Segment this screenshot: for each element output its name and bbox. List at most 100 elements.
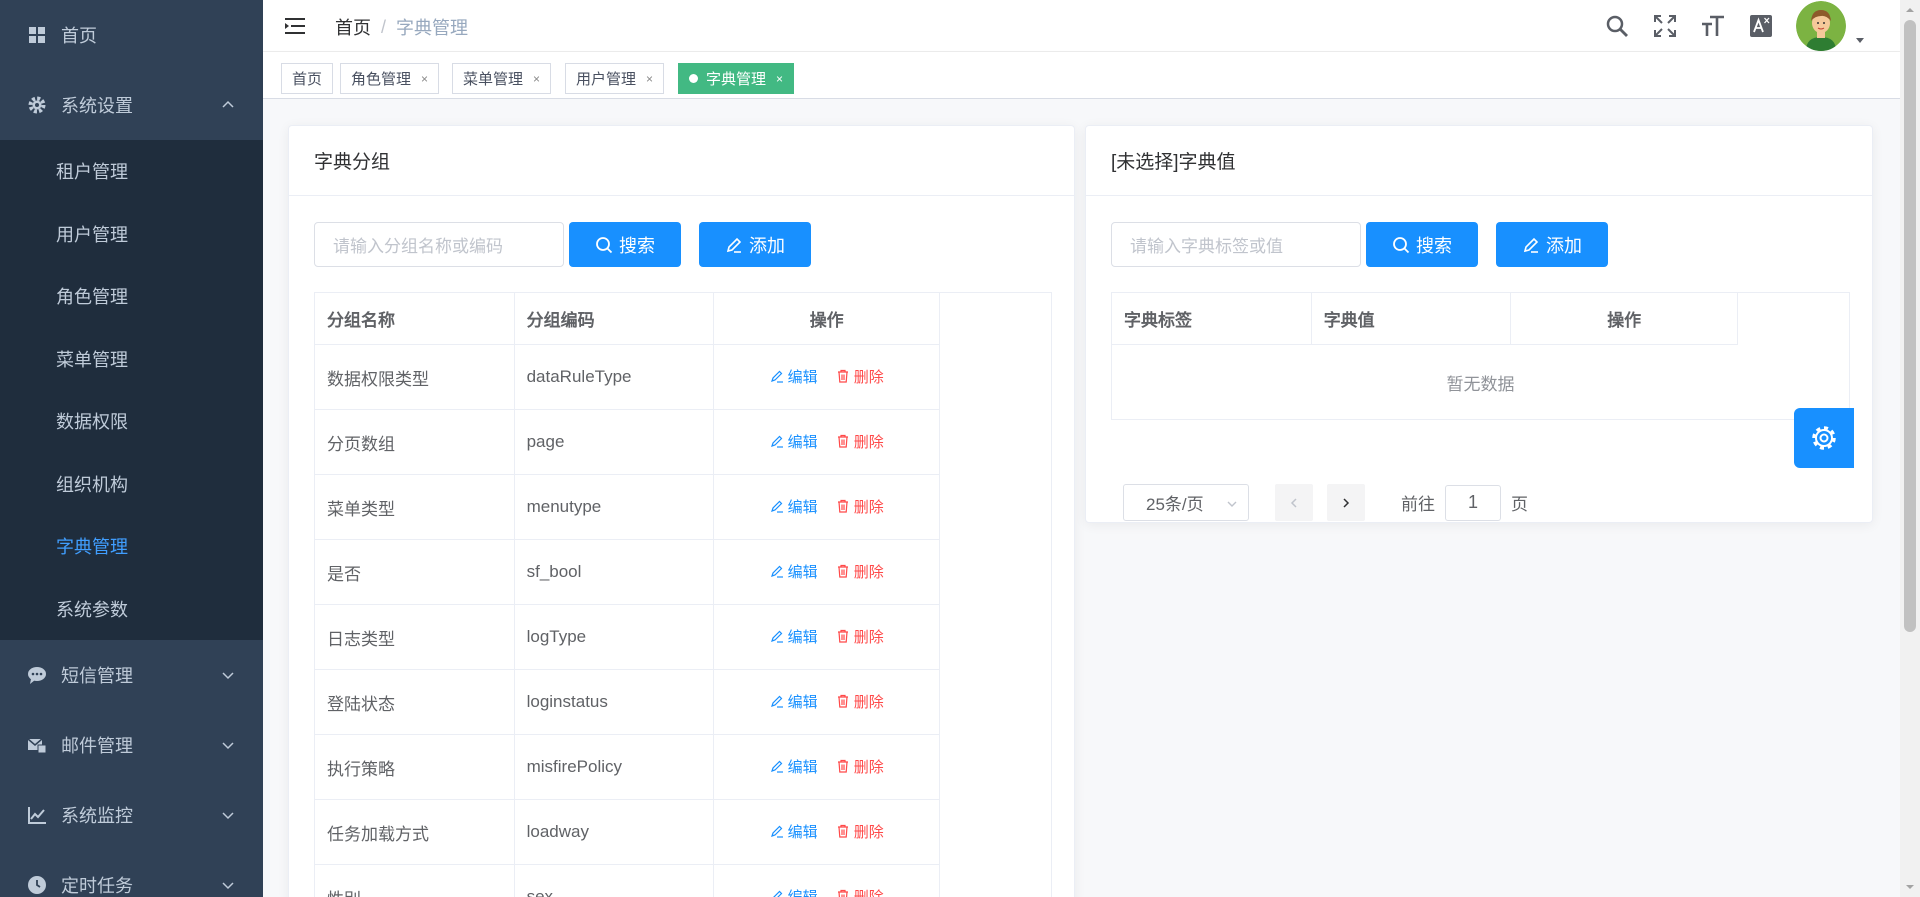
delete-button[interactable]: 删除	[836, 561, 884, 582]
submenu-label: 组织机构	[56, 474, 128, 495]
next-page-button[interactable]	[1327, 484, 1365, 521]
delete-label: 删除	[853, 758, 884, 776]
submenu-label: 数据权限	[56, 412, 128, 433]
edit-button[interactable]: 编辑	[770, 561, 818, 582]
search-button[interactable]: 搜索	[569, 222, 681, 267]
caret-down-icon[interactable]	[1854, 34, 1866, 46]
dict-group-table-wrapper: 分组名称 分组编码 操作 数据权限类型 dataRuleType 编辑 删除 分页数组 p…	[314, 292, 1052, 897]
sidebar-item-users[interactable]: 用户管理	[0, 203, 263, 266]
breadcrumb-home[interactable]: 首页	[335, 14, 371, 40]
sidebar-item-home[interactable]: 首页	[0, 0, 263, 70]
font-size-icon[interactable]	[1700, 13, 1726, 39]
navbar: 首页 / 字典管理	[263, 0, 1900, 52]
delete-icon	[837, 630, 848, 643]
delete-button[interactable]: 删除	[836, 626, 884, 647]
page-size-select[interactable]: 25条/页	[1123, 484, 1249, 521]
actions-cell: 编辑 删除	[713, 864, 940, 897]
input-placeholder: 请输入字典标签或值	[1130, 237, 1283, 256]
group-name-cell: 菜单类型	[315, 474, 515, 540]
table-row: 登陆状态 loginstatus 编辑 删除	[315, 669, 940, 735]
search-icon[interactable]	[1604, 13, 1630, 39]
sidebar-item-organization[interactable]: 组织机构	[0, 453, 263, 516]
chevron-down-icon	[1227, 501, 1237, 507]
tag-role-management[interactable]: 角色管理 ×	[340, 63, 440, 94]
edit-button[interactable]: 编辑	[770, 691, 818, 712]
submenu-label: 角色管理	[56, 287, 128, 308]
edit-label: 编辑	[787, 498, 818, 516]
group-search-input[interactable]: 请输入分组名称或编码	[314, 222, 564, 267]
actions-cell: 编辑 删除	[713, 799, 940, 865]
tag-menu-management[interactable]: 菜单管理 ×	[452, 63, 552, 94]
table-row: 是否 sf_bool 编辑 删除	[315, 539, 940, 605]
sidebar-item-data-permission[interactable]: 数据权限	[0, 390, 263, 453]
tag-close-icon[interactable]: ×	[533, 72, 540, 86]
sidebar-item-system-params[interactable]: 系统参数	[0, 578, 263, 641]
group-code-cell: sex	[513, 864, 715, 897]
sidebar-item-sms[interactable]: 短信管理	[0, 640, 263, 710]
page-number-input[interactable]: 1	[1445, 484, 1501, 521]
delete-button[interactable]: 删除	[836, 431, 884, 452]
tag-close-icon[interactable]: ×	[776, 72, 783, 86]
edit-label: 编辑	[787, 368, 818, 386]
sidebar-item-system-settings[interactable]: 系统设置	[0, 70, 263, 140]
value-search-input[interactable]: 请输入字典标签或值	[1111, 222, 1361, 267]
tag-home[interactable]: 首页	[281, 63, 333, 94]
edit-icon	[770, 565, 783, 578]
tag-close-icon[interactable]: ×	[421, 72, 428, 86]
scrollbar-thumb[interactable]	[1904, 20, 1916, 632]
chevron-down-icon	[222, 742, 234, 750]
search-button[interactable]: 搜索	[1366, 222, 1478, 267]
button-label: 搜索	[1416, 235, 1452, 256]
dict-group-toolbar: 请输入分组名称或编码 搜索 添加	[314, 222, 811, 267]
tag-label: 用户管理	[576, 71, 637, 88]
sidebar-item-label: 首页	[61, 26, 97, 46]
group-code-cell: dataRuleType	[513, 344, 715, 410]
sidebar-item-scheduled-tasks[interactable]: 定时任务	[0, 850, 263, 897]
tag-dictionary-management[interactable]: 字典管理 ×	[678, 63, 795, 94]
sidebar-item-dictionary[interactable]: 字典管理	[0, 515, 263, 578]
add-button[interactable]: 添加	[699, 222, 811, 267]
delete-label: 删除	[853, 693, 884, 711]
add-button[interactable]: 添加	[1496, 222, 1608, 267]
edit-button[interactable]: 编辑	[770, 886, 818, 897]
delete-button[interactable]: 删除	[836, 756, 884, 777]
avatar[interactable]	[1796, 1, 1846, 51]
sidebar-item-roles[interactable]: 角色管理	[0, 265, 263, 328]
delete-button[interactable]: 删除	[836, 821, 884, 842]
sidebar-item-menus[interactable]: 菜单管理	[0, 328, 263, 391]
edit-icon	[726, 237, 742, 253]
edit-button[interactable]: 编辑	[770, 756, 818, 777]
delete-button[interactable]: 删除	[836, 366, 884, 387]
edit-button[interactable]: 编辑	[770, 366, 818, 387]
edit-label: 编辑	[787, 628, 818, 646]
chevron-left-icon	[1290, 497, 1297, 508]
pagination: 25条/页 前往 1 页	[1123, 484, 1528, 521]
page-scrollbar[interactable]	[1900, 0, 1920, 897]
edit-button[interactable]: 编辑	[770, 496, 818, 517]
sidebar-item-tenant[interactable]: 租户管理	[0, 140, 263, 203]
edit-button[interactable]: 编辑	[770, 431, 818, 452]
table-row: 性别sex 编辑 删除	[315, 864, 940, 897]
tag-close-icon[interactable]: ×	[646, 72, 653, 86]
delete-button[interactable]: 删除	[836, 691, 884, 712]
edit-button[interactable]: 编辑	[770, 821, 818, 842]
sidebar-item-monitor[interactable]: 系统监控	[0, 780, 263, 850]
edit-icon	[770, 630, 783, 643]
button-label: 搜索	[619, 235, 655, 256]
delete-icon	[837, 565, 848, 578]
hamburger-icon[interactable]	[283, 14, 307, 38]
gear-icon	[1812, 426, 1836, 450]
sidebar-item-email[interactable]: 邮件管理	[0, 710, 263, 780]
prev-page-button[interactable]	[1275, 484, 1313, 521]
translate-icon[interactable]	[1748, 13, 1774, 39]
edit-icon	[770, 760, 783, 773]
tag-user-management[interactable]: 用户管理 ×	[565, 63, 665, 94]
delete-button[interactable]: 删除	[836, 886, 884, 897]
delete-button[interactable]: 删除	[836, 496, 884, 517]
edit-button[interactable]: 编辑	[770, 626, 818, 647]
scroll-up-icon[interactable]	[1904, 4, 1916, 16]
settings-button[interactable]	[1794, 408, 1854, 468]
scroll-down-icon[interactable]	[1904, 881, 1916, 893]
fullscreen-icon[interactable]	[1652, 13, 1678, 39]
group-code-cell: logType	[513, 604, 715, 670]
